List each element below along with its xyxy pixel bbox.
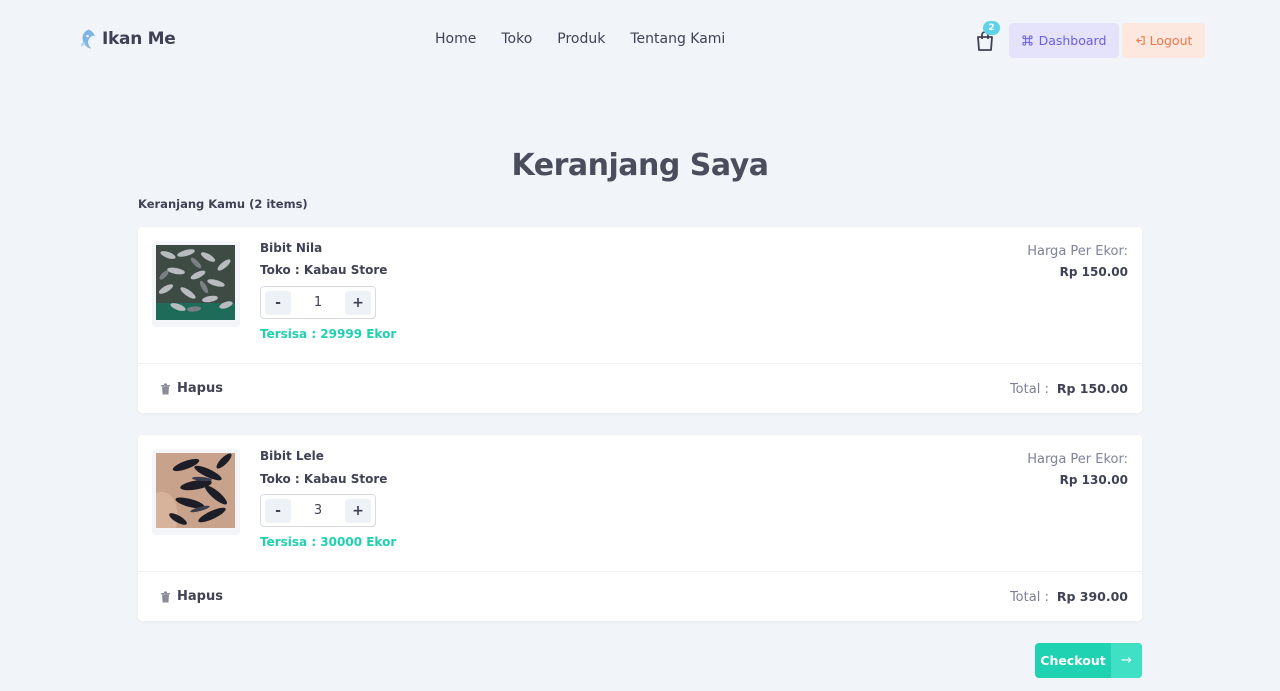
- main-menu: Home Toko Produk Tentang Kami: [435, 31, 750, 47]
- logout-icon: [1135, 36, 1145, 45]
- card-divider: [138, 363, 1142, 364]
- card-divider: [138, 571, 1142, 572]
- brand-name: Ikan Me: [102, 29, 176, 49]
- total-label: Total :: [1009, 382, 1049, 397]
- fish-logo-icon: [80, 29, 96, 49]
- product-thumbnail[interactable]: [152, 241, 240, 327]
- quantity-stepper: - 3 +: [260, 494, 376, 527]
- brand-logo[interactable]: Ikan Me: [79, 27, 176, 51]
- nav-toko-link[interactable]: Toko: [501, 31, 532, 47]
- quantity-value[interactable]: 1: [291, 295, 345, 310]
- product-image-nila: [156, 245, 235, 320]
- delete-button[interactable]: Hapus: [160, 589, 223, 604]
- product-thumbnail[interactable]: [152, 449, 240, 535]
- price-per-unit-value: Rp 150.00: [1059, 265, 1128, 279]
- nav-home-link[interactable]: Home: [435, 31, 476, 47]
- product-name[interactable]: Bibit Nila: [260, 241, 322, 255]
- navbar: Ikan Me Home Toko Produk Tentang Kami 2 …: [0, 0, 1280, 80]
- page-title: Keranjang Saya: [511, 148, 770, 183]
- decrease-qty-button[interactable]: -: [265, 498, 291, 523]
- nav-tentang-kami-link[interactable]: Tentang Kami: [630, 31, 725, 47]
- quantity-value[interactable]: 3: [291, 503, 345, 518]
- cart-item-card: Bibit Lele Toko : Kabau Store - 3 + Ters…: [138, 435, 1142, 621]
- stock-remaining: Tersisa : 29999 Ekor: [260, 327, 397, 341]
- dashboard-label: Dashboard: [1038, 33, 1107, 48]
- total-value: Rp 390.00: [1056, 589, 1128, 604]
- product-store: Toko : Kabau Store: [260, 472, 388, 486]
- logout-label: Logout: [1149, 33, 1193, 48]
- delete-label: Hapus: [177, 381, 223, 396]
- checkout-label: Checkout: [1040, 653, 1106, 668]
- total-value: Rp 150.00: [1056, 381, 1128, 396]
- trash-icon: [161, 591, 170, 602]
- checkout-button[interactable]: Checkout →: [1035, 643, 1142, 678]
- logout-button[interactable]: Logout: [1122, 23, 1205, 58]
- cart-item-card: Bibit Nila Toko : Kabau Store - 1 + Ters…: [138, 227, 1142, 413]
- increase-qty-button[interactable]: +: [345, 498, 371, 523]
- decrease-qty-button[interactable]: -: [265, 290, 291, 315]
- trash-icon: [161, 383, 170, 394]
- price-per-unit-label: Harga Per Ekor:: [1027, 244, 1128, 259]
- price-per-unit-label: Harga Per Ekor:: [1027, 452, 1128, 467]
- arrow-right-icon: →: [1111, 643, 1142, 678]
- price-per-unit-value: Rp 130.00: [1059, 473, 1128, 487]
- nav-produk-link[interactable]: Produk: [557, 31, 605, 47]
- cart-item-count: Keranjang Kamu (2 items): [138, 197, 308, 211]
- command-icon: [1022, 35, 1033, 46]
- quantity-stepper: - 1 +: [260, 286, 376, 319]
- product-image-lele: [156, 453, 235, 528]
- stock-remaining: Tersisa : 30000 Ekor: [260, 535, 397, 549]
- total-label: Total :: [1009, 590, 1049, 605]
- dashboard-button[interactable]: Dashboard: [1009, 23, 1119, 58]
- delete-label: Hapus: [177, 589, 223, 604]
- increase-qty-button[interactable]: +: [345, 290, 371, 315]
- cart-count-badge: 2: [983, 21, 1000, 35]
- product-store: Toko : Kabau Store: [260, 263, 388, 277]
- product-name[interactable]: Bibit Lele: [260, 449, 324, 463]
- item-total: Total : Rp 390.00: [1010, 589, 1128, 605]
- item-total: Total : Rp 150.00: [1010, 381, 1128, 397]
- delete-button[interactable]: Hapus: [160, 381, 223, 396]
